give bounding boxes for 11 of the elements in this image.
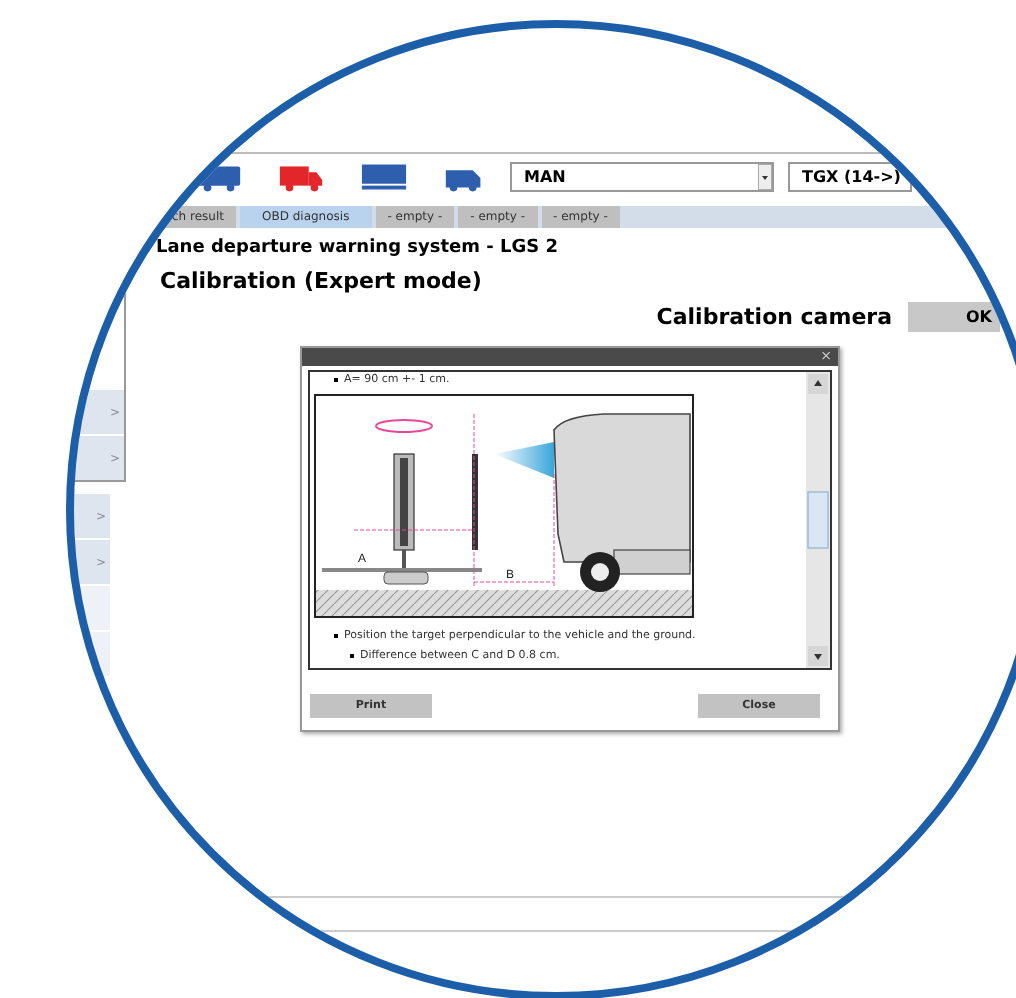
step-label: Calibration camera (656, 304, 892, 330)
truck-icon[interactable] (278, 162, 326, 192)
ok-button[interactable]: OK (908, 302, 1000, 332)
scrollbar[interactable] (806, 372, 830, 668)
trailer-icon[interactable] (360, 162, 408, 192)
page-title: Lane departure warning system - LGS 2 (156, 238, 561, 258)
model-dropdown[interactable]: TGX (14->) (788, 162, 912, 192)
bus-icon[interactable] (196, 162, 244, 192)
make-dropdown[interactable]: MAN (510, 162, 774, 192)
page-subtitle: Calibration (Expert mode) (158, 268, 484, 294)
dropdown-arrow-icon[interactable] (758, 164, 772, 190)
